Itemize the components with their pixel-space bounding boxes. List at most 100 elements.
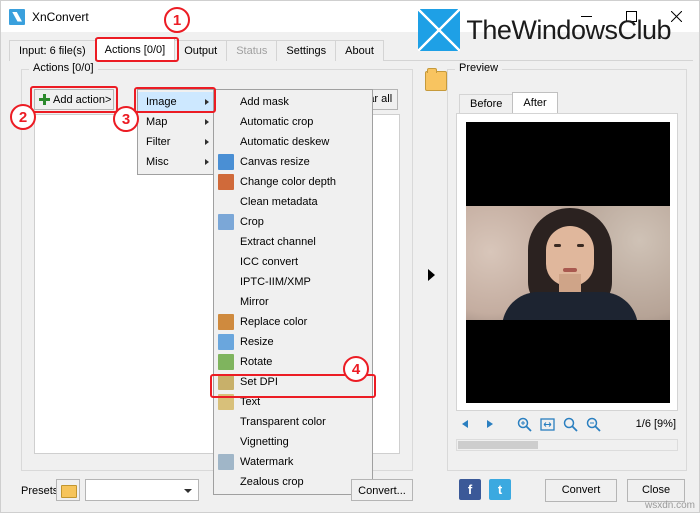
blank-icon xyxy=(218,234,234,250)
chevron-right-icon xyxy=(205,119,209,125)
browse-folder-icon[interactable] xyxy=(425,68,447,91)
photo-eye-right xyxy=(577,244,584,247)
submenu-item-crop[interactable]: Crop xyxy=(214,212,372,232)
tab-before[interactable]: Before xyxy=(459,94,514,114)
chevron-down-icon xyxy=(184,489,192,493)
preset-combobox[interactable] xyxy=(85,479,199,501)
image-submenu: Add mask Automatic crop Automatic deskew… xyxy=(213,89,373,495)
submenu-label: Rotate xyxy=(240,356,273,368)
menu-item-filter[interactable]: Filter xyxy=(138,132,214,152)
submenu-item-change-color-depth[interactable]: Change color depth xyxy=(214,172,372,192)
annotation-number-3: 3 xyxy=(113,106,139,132)
fit-to-window-icon[interactable] xyxy=(537,414,557,434)
add-action-label: Add action> xyxy=(53,93,112,106)
submenu-label: Mirror xyxy=(240,296,269,308)
brand-text: TheWindowsClub xyxy=(466,14,671,45)
preview-toolbar: 1/6 [9%] xyxy=(456,413,678,435)
menu-item-image-label: Image xyxy=(146,96,177,108)
submenu-item-resize[interactable]: Resize xyxy=(214,332,372,352)
submenu-item-replace-color[interactable]: Replace color xyxy=(214,312,372,332)
submenu-item-iptc-iim-xmp[interactable]: IPTC-IIM/XMP xyxy=(214,272,372,292)
replace-color-icon xyxy=(218,314,234,330)
submenu-label: Text xyxy=(240,396,261,408)
submenu-item-vignetting[interactable]: Vignetting xyxy=(214,432,372,452)
preview-scrollbar[interactable] xyxy=(456,439,678,451)
chevron-right-icon xyxy=(205,159,209,165)
annotation-number-4: 4 xyxy=(343,356,369,382)
actions-group-title: Actions [0/0] xyxy=(29,62,98,74)
next-arrow-icon[interactable] xyxy=(479,414,499,434)
color-depth-icon xyxy=(218,174,234,190)
zoom-100-icon[interactable] xyxy=(560,414,580,434)
window-title: XnConvert xyxy=(32,9,89,24)
zoom-out-icon[interactable] xyxy=(583,414,603,434)
scrollbar-thumb[interactable] xyxy=(458,441,538,449)
resize-icon xyxy=(218,334,234,350)
set-dpi-icon xyxy=(218,374,234,390)
tab-status: Status xyxy=(226,40,278,61)
submenu-item-icc-convert[interactable]: ICC convert xyxy=(214,252,372,272)
main-tabs: Input: 6 file(s) Actions [0/0] Output St… xyxy=(9,38,384,61)
photo-thumbnail xyxy=(466,206,670,320)
preset-folder-button[interactable] xyxy=(56,479,80,501)
menu-item-map[interactable]: Map xyxy=(138,112,214,132)
xnconvert-logo-icon xyxy=(9,8,25,25)
submenu-label: ICC convert xyxy=(240,256,299,268)
close-button[interactable]: Close xyxy=(627,479,685,502)
submenu-item-watermark[interactable]: Watermark xyxy=(214,452,372,472)
previous-arrow-icon[interactable] xyxy=(456,414,476,434)
submenu-label: IPTC-IIM/XMP xyxy=(240,276,311,288)
menu-item-misc[interactable]: Misc xyxy=(138,152,214,172)
submenu-label: Watermark xyxy=(240,456,294,468)
menu-item-image[interactable]: Image xyxy=(138,92,214,112)
convert-button[interactable]: Convert xyxy=(545,479,617,502)
preview-canvas[interactable] xyxy=(456,113,678,411)
tab-settings[interactable]: Settings xyxy=(276,40,337,61)
canvas-resize-icon xyxy=(218,154,234,170)
tab-input[interactable]: Input: 6 file(s) xyxy=(9,40,96,61)
plus-icon xyxy=(38,93,51,106)
twitter-share-button[interactable]: t xyxy=(489,479,511,500)
menu-item-filter-label: Filter xyxy=(146,136,171,148)
facebook-share-button[interactable]: f xyxy=(459,479,481,500)
expand-panel-arrow-icon[interactable] xyxy=(428,269,435,281)
windows-logo-icon xyxy=(418,9,461,51)
blank-icon xyxy=(218,134,234,150)
submenu-item-transparent-color[interactable]: Transparent color xyxy=(214,412,372,432)
blank-icon xyxy=(218,434,234,450)
submenu-label: Resize xyxy=(240,336,274,348)
xnconvert-window: XnConvert TheWindowsClub Input: 6 file(s… xyxy=(0,0,700,513)
submenu-item-canvas-resize[interactable]: Canvas resize xyxy=(214,152,372,172)
annotation-number-1: 1 xyxy=(164,7,190,33)
add-action-button[interactable]: Add action> xyxy=(34,89,114,110)
submenu-label: Zealous crop xyxy=(240,476,304,488)
annotation-number-2: 2 xyxy=(10,104,36,130)
submenu-label: Automatic deskew xyxy=(240,136,330,148)
blank-icon xyxy=(218,474,234,490)
tab-output[interactable]: Output xyxy=(174,40,228,61)
submenu-item-mirror[interactable]: Mirror xyxy=(214,292,372,312)
blank-icon xyxy=(218,114,234,130)
submenu-item-text[interactable]: Text xyxy=(214,392,372,412)
submenu-item-zealous-crop[interactable]: Zealous crop xyxy=(214,472,372,492)
submenu-item-clean-metadata[interactable]: Clean metadata xyxy=(214,192,372,212)
submenu-label: Replace color xyxy=(240,316,308,328)
zoom-in-icon[interactable] xyxy=(514,414,534,434)
submenu-label: Transparent color xyxy=(240,416,326,428)
submenu-item-automatic-deskew[interactable]: Automatic deskew xyxy=(214,132,372,152)
blank-icon xyxy=(218,94,234,110)
submenu-item-add-mask[interactable]: Add mask xyxy=(214,92,372,112)
add-action-menu: Image Map Filter Misc xyxy=(137,89,215,175)
submenu-label: Crop xyxy=(240,216,264,228)
blank-icon xyxy=(218,254,234,270)
tab-after[interactable]: After xyxy=(512,92,558,114)
submenu-item-automatic-crop[interactable]: Automatic crop xyxy=(214,112,372,132)
tab-actions[interactable]: Actions [0/0] xyxy=(94,38,176,61)
submenu-item-extract-channel[interactable]: Extract channel xyxy=(214,232,372,252)
submenu-label: Vignetting xyxy=(240,436,289,448)
blank-icon xyxy=(218,414,234,430)
convert-background-button[interactable]: Convert... xyxy=(351,479,413,501)
submenu-label: Automatic crop xyxy=(240,116,314,128)
photo-mouth xyxy=(563,268,577,272)
tab-about[interactable]: About xyxy=(335,40,384,61)
